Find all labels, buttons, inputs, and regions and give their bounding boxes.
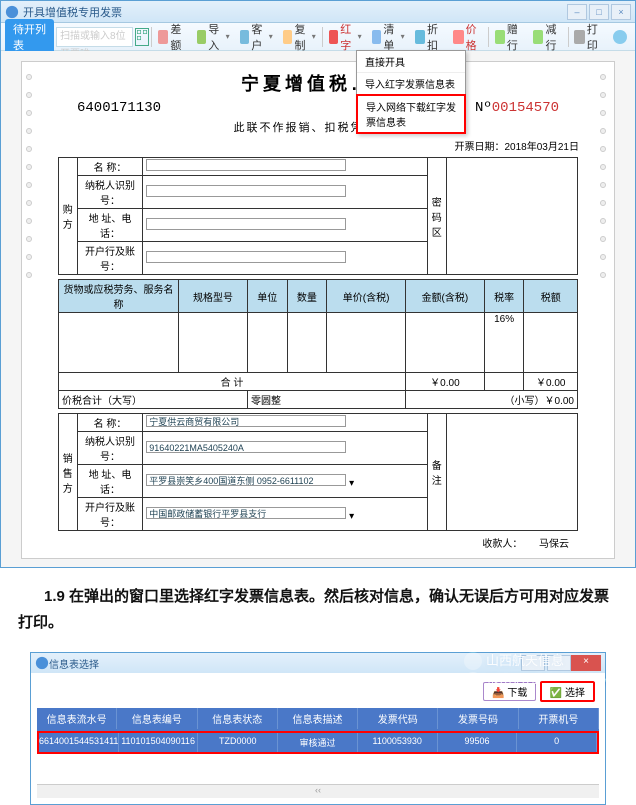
statusbar: ‹‹ (37, 784, 599, 798)
separator (151, 27, 152, 47)
qr-icon[interactable] (135, 28, 149, 46)
invoice-area: 宁夏增值税…… 6400171130 Nº00154570 此联不作报销、扣税凭… (1, 51, 635, 567)
tb-price[interactable]: 价格 (449, 21, 486, 53)
tb-copy[interactable]: 复制▾ (279, 21, 320, 53)
tb-delrow[interactable]: 减行 (529, 21, 566, 53)
window2-title: 信息表选择 (49, 656, 519, 671)
union-note: 此联不作报销、扣税凭证使用 (37, 119, 599, 135)
invoice-code: 6400171130 (77, 100, 161, 116)
tb-more[interactable] (609, 30, 631, 44)
menu-import-net-red[interactable]: 导入网络下载红字发票信息表 (356, 94, 466, 134)
window-title: 开具增值税专用发票 (23, 4, 565, 20)
max-button[interactable]: □ (589, 4, 609, 20)
issue-date: 开票日期：2018年03月21日 (37, 138, 579, 153)
search-input[interactable]: 扫描或输入8位开票唯… (56, 27, 133, 47)
dialog-body: 📥 下载 ✅ 选择 信息表流水号信息表编号信息表状态信息表描述发票代码发票号码开… (31, 673, 605, 804)
pending-tab[interactable]: 待开列表 (5, 19, 54, 55)
step-text: 1.9 在弹出的窗口里选择红字发票信息表。然后核对信息，确认无误后方可用对应发票… (18, 584, 618, 636)
tb-cust[interactable]: 客户▾ (236, 21, 277, 53)
tb-addrow[interactable]: 赠行 (491, 21, 528, 53)
separator (488, 27, 489, 47)
invoice-no: Nº00154570 (475, 100, 559, 116)
items-table: 货物或应税劳务、服务名称规格型号单位数量单价(含税)金额(含税)税率税额 16%… (58, 279, 578, 409)
red-dropdown-menu: 直接开具 导入红字发票信息表 导入网络下载红字发票信息表 (356, 50, 466, 134)
grid-header: 信息表流水号信息表编号信息表状态信息表描述发票代码发票号码开票机号 (37, 708, 599, 729)
tb-diff[interactable]: 差额 (154, 21, 191, 53)
tb-red[interactable]: 红字▾ (325, 21, 366, 53)
grid-row[interactable]: 661400154453141126142052110101504090116T… (37, 731, 599, 754)
app-icon (5, 5, 19, 19)
app2-icon (35, 656, 49, 670)
tb-print[interactable]: 打印 (570, 21, 607, 53)
separator (322, 27, 323, 47)
info-grid: 信息表流水号信息表编号信息表状态信息表描述发票代码发票号码开票机号 661400… (37, 708, 599, 754)
tb-import[interactable]: 导入▾ (193, 21, 234, 53)
seller-table: 销售方 名 称：宁夏供云商贸有限公司 备注 纳税人识别号：91640221MA5… (58, 413, 578, 531)
wechat-icon (464, 652, 482, 670)
watermark: 山西航天信息 银川浩泽会计咨询中心 (464, 651, 616, 691)
close-button[interactable]: × (611, 4, 631, 20)
menu-import-red[interactable]: 导入红字发票信息表 (357, 73, 465, 95)
invoice-app-window: 开具增值税专用发票 – □ × 待开列表 扫描或输入8位开票唯… 差额 导入▾ … (0, 0, 636, 568)
sprocket-holes (600, 62, 610, 558)
wechat-icon (464, 672, 482, 690)
invoice-paper: 宁夏增值税…… 6400171130 Nº00154570 此联不作报销、扣税凭… (21, 61, 615, 559)
invoice-title: 宁夏增值税…… (37, 70, 599, 96)
sprocket-holes (26, 62, 36, 558)
toolbar: 待开列表 扫描或输入8位开票唯… 差额 导入▾ 客户▾ 复制▾ 红字▾ 清单▾ … (1, 23, 635, 51)
buyer-table: 购方 名 称： 密码区 纳税人识别号： 地 址、电 话： 开户行及账号： (58, 157, 578, 275)
tb-discount[interactable]: 折扣 (411, 21, 448, 53)
separator (568, 27, 569, 47)
menu-direct[interactable]: 直接开具 (357, 51, 465, 73)
min-button[interactable]: – (567, 4, 587, 20)
tb-list[interactable]: 清单▾ (368, 21, 409, 53)
